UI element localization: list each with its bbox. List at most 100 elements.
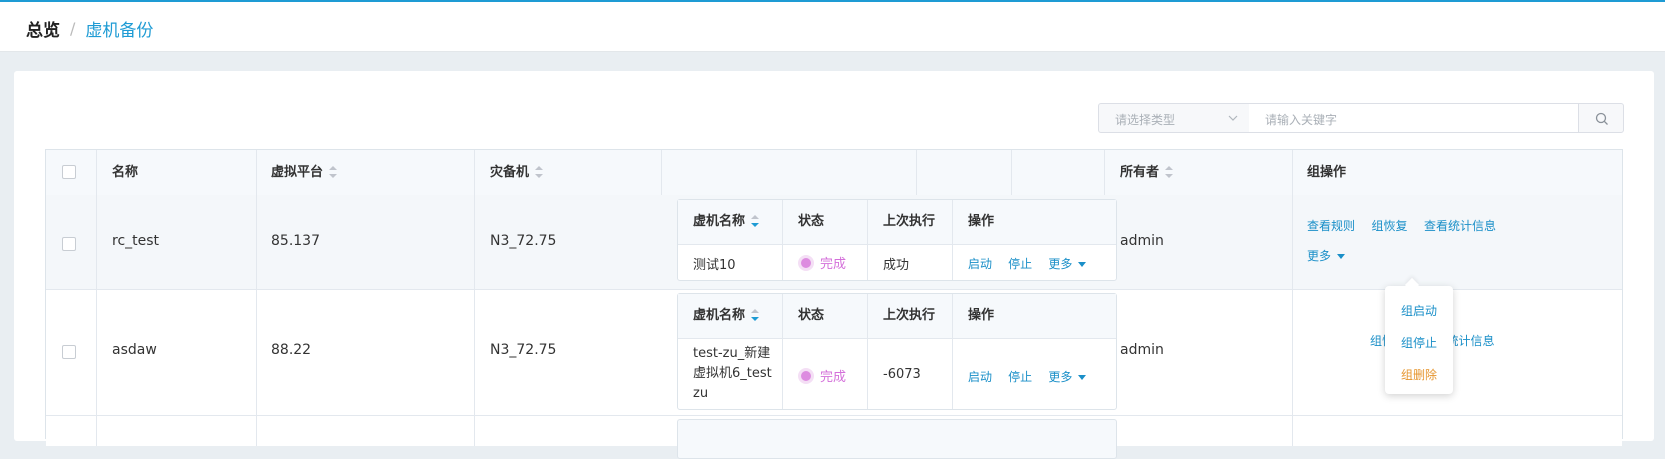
vm-more-link[interactable]: 更多 (1048, 370, 1087, 384)
vm-name: 测试10 (693, 258, 736, 273)
column-divider (1292, 150, 1293, 195)
table-header: 名称 虚拟平台 灾备机 所有者 组操作 (46, 150, 1622, 196)
search-placeholder: 请输入关键字 (1265, 113, 1338, 127)
header-owner-label: 所有者 (1120, 165, 1160, 180)
header-owner[interactable]: 所有者 (1120, 150, 1174, 195)
sort-icon[interactable] (751, 308, 760, 321)
search-button[interactable] (1578, 103, 1624, 133)
sub-header-vm-name[interactable]: 虚机名称 (693, 200, 760, 244)
vm-subtable (677, 419, 1117, 459)
vm-name-line: 虚拟机6_test (693, 366, 772, 381)
column-divider (96, 195, 97, 289)
vm-status: 完成 (798, 253, 846, 272)
sub-header-ops: 操作 (968, 214, 995, 229)
sub-header-vm-name-label: 虚机名称 (693, 214, 746, 229)
vm-actions: 启动 停止 更多 (968, 368, 1087, 385)
sub-column-divider (952, 200, 953, 280)
sub-header-last-exec: 上次执行 (883, 214, 936, 229)
status-dot (798, 254, 814, 271)
row-platform: 85.137 (271, 233, 320, 249)
sort-icon[interactable] (535, 165, 544, 178)
vm-name-line: test-zu_新建 (693, 346, 771, 361)
breadcrumb-home[interactable]: 总览 (26, 16, 60, 41)
vm-actions: 启动 停止 更多 (968, 255, 1087, 272)
vm-subtable-header: 虚机名称 状态 上次执行 操作 (678, 200, 1116, 245)
sort-icon[interactable] (1165, 165, 1174, 178)
caret-down-icon (1337, 253, 1346, 259)
sub-column-divider (952, 294, 953, 409)
menu-item-group-stop[interactable]: 组停止 (1401, 334, 1437, 351)
header-platform[interactable]: 虚拟平台 (271, 150, 338, 195)
type-select-placeholder: 请选择类型 (1115, 113, 1176, 127)
sub-column-divider (867, 200, 868, 280)
column-divider (1292, 195, 1293, 289)
group-more-menu: 组启动 组停止 组删除 (1385, 286, 1453, 394)
row-checkbox[interactable] (62, 345, 76, 359)
group-more-label: 更多 (1307, 249, 1332, 263)
row-owner: admin (1120, 233, 1164, 249)
header-platform-label: 虚拟平台 (271, 165, 324, 180)
column-divider (474, 195, 475, 289)
row-name: asdaw (112, 342, 157, 358)
sub-column-divider (867, 294, 868, 409)
sub-column-divider (782, 200, 783, 280)
vm-start-link[interactable]: 启动 (968, 257, 992, 271)
vm-stop-link[interactable]: 停止 (1008, 257, 1032, 271)
column-divider (474, 150, 475, 195)
vm-stop-link[interactable]: 停止 (1008, 370, 1032, 384)
menu-item-group-start[interactable]: 组启动 (1401, 302, 1437, 319)
row-name: rc_test (112, 233, 160, 249)
row-backup: N3_72.75 (490, 342, 557, 358)
vm-more-link[interactable]: 更多 (1048, 257, 1087, 271)
column-divider (256, 150, 257, 195)
column-divider (256, 290, 257, 415)
select-all-checkbox[interactable] (62, 165, 76, 179)
group-restore-link[interactable]: 组恢复 (1371, 219, 1407, 233)
search-icon (1595, 112, 1608, 125)
type-select[interactable]: 请选择类型 (1098, 103, 1250, 133)
column-divider (1104, 150, 1105, 195)
menu-item-group-delete[interactable]: 组删除 (1401, 366, 1437, 383)
column-divider (96, 150, 97, 195)
vm-last-exec: -6073 (883, 367, 921, 382)
breadcrumb-current: 虚机备份 (85, 21, 154, 41)
vm-status: 完成 (798, 366, 846, 385)
caret-down-icon (1078, 262, 1087, 267)
vm-start-link[interactable]: 启动 (968, 370, 992, 384)
header-backup[interactable]: 灾备机 (490, 150, 544, 195)
group-more-toggle[interactable]: 更多 (1307, 247, 1346, 264)
group-actions: 查看规则 组恢复 查看统计信息 (1307, 217, 1496, 234)
sort-icon[interactable] (329, 165, 338, 178)
row-checkbox[interactable] (62, 237, 76, 251)
view-rules-link[interactable]: 查看规则 (1307, 219, 1355, 233)
vm-last-exec: 成功 (883, 258, 910, 273)
table-row (46, 416, 1622, 459)
column-divider (474, 290, 475, 415)
status-text: 完成 (820, 257, 847, 272)
header-backup-label: 灾备机 (490, 165, 530, 180)
table-row: rc_test 85.137 N3_72.75 admin 虚机名称 状态 上次… (46, 195, 1622, 290)
column-divider (1292, 290, 1293, 415)
search-input[interactable]: 请输入关键字 (1249, 103, 1579, 133)
row-backup: N3_72.75 (490, 233, 557, 249)
view-stats-link[interactable]: 查看统计信息 (1424, 219, 1496, 233)
sub-header-last-exec: 上次执行 (883, 308, 936, 323)
vm-more-label: 更多 (1048, 257, 1073, 271)
column-divider (1292, 416, 1293, 446)
sub-header-status: 状态 (798, 308, 825, 323)
column-divider (96, 416, 97, 446)
header-group-ops: 组操作 (1307, 165, 1347, 180)
column-divider (916, 150, 917, 195)
vm-subtable: 虚机名称 状态 上次执行 操作 测试10 完成 成功 启动 停止 更多 (677, 199, 1117, 281)
sort-icon[interactable] (751, 214, 760, 227)
vm-name-line: zu (693, 386, 709, 401)
breadcrumb-separator: / (70, 19, 76, 38)
sub-header-vm-name-label: 虚机名称 (693, 308, 746, 323)
row-owner: admin (1120, 342, 1164, 358)
column-divider (256, 195, 257, 289)
sub-header-vm-name[interactable]: 虚机名称 (693, 294, 760, 338)
chevron-down-icon (1228, 115, 1238, 121)
status-text: 完成 (820, 370, 847, 385)
page-header: 总览 / 虚机备份 (0, 2, 1665, 52)
sub-column-divider (782, 294, 783, 409)
